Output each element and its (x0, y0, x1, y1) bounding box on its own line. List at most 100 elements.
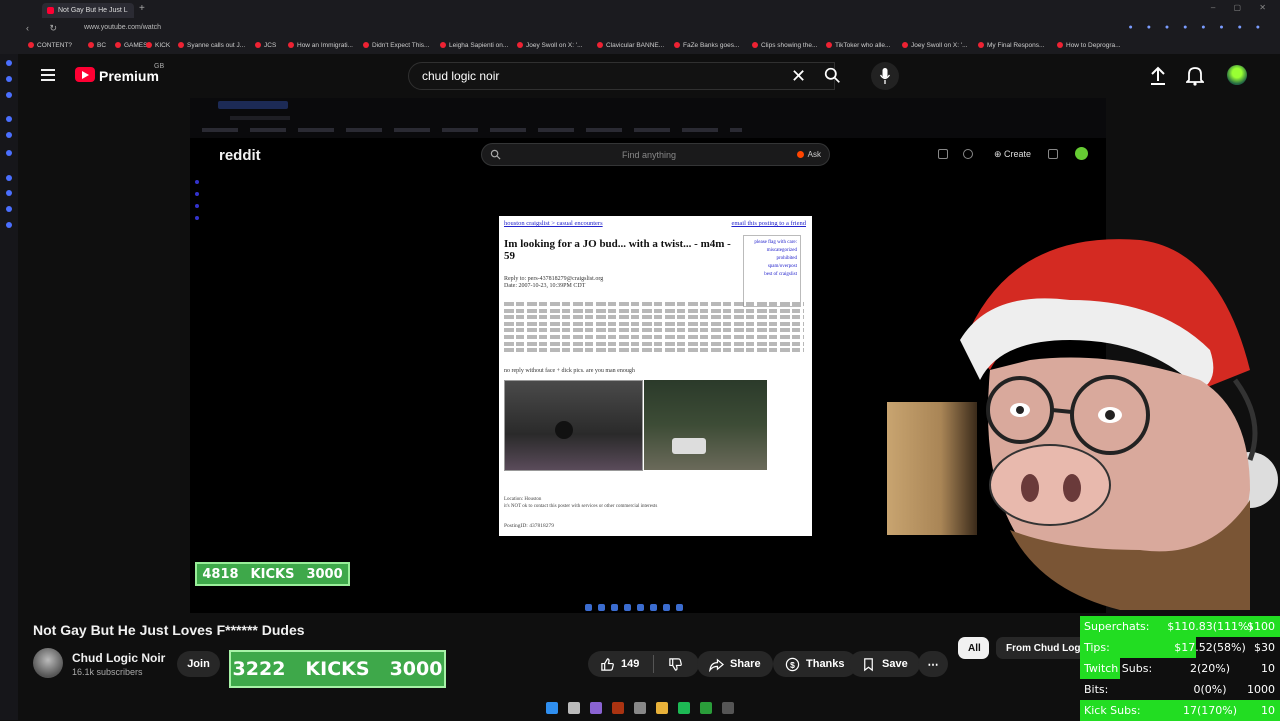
post-email-link: email this posting to a friend (731, 220, 806, 227)
browser-tab[interactable]: Not Gay But He Just L (42, 3, 134, 18)
bookmark-item[interactable]: BC (88, 42, 106, 49)
sidebar-icon[interactable] (6, 60, 12, 66)
bookmark-item[interactable]: Syanne calls out J... (178, 42, 245, 49)
bookmark-item[interactable]: CONTENT? (28, 42, 72, 49)
taskbar-app-icon[interactable] (722, 702, 734, 714)
bookmark-item[interactable]: Leigha Sapienti on... (440, 42, 508, 49)
save-button[interactable]: Save (849, 651, 920, 677)
bookmark-label: TikToker who alle... (835, 42, 891, 49)
sidebar-icon[interactable] (6, 92, 12, 98)
sidebar-icon[interactable] (6, 206, 12, 212)
bookmark-item[interactable]: Joey Swoll on X: '... (517, 42, 583, 49)
clear-search-icon[interactable]: ✕ (791, 66, 806, 87)
taskbar-search-icon[interactable] (568, 702, 580, 714)
taskbar-app-icon[interactable] (634, 702, 646, 714)
tab-title: Not Gay But He Just L (58, 7, 128, 14)
bookmarks-bar: CONTENT? BC GAMES KICK Syanne calls out J...… (0, 38, 1280, 54)
sidebar-icon[interactable] (6, 116, 12, 122)
bookmark-item[interactable]: Clavicular BANNE... (597, 42, 664, 49)
windows-taskbar (540, 699, 740, 719)
nav-buttons[interactable]: ‹ ↻ (26, 23, 66, 34)
bookmark-favicon (752, 42, 758, 48)
chip-all[interactable]: All (958, 637, 989, 659)
inner-browser-chrome (190, 98, 1106, 138)
bookmark-label: How to Deprogra... (1066, 42, 1121, 49)
bookmark-item[interactable]: TikToker who alle... (826, 42, 890, 49)
flag-label: please flag with care: (754, 240, 797, 245)
join-button[interactable]: Join (177, 651, 220, 677)
craigslist-post: houston craigslist > casual encounters e… (499, 216, 812, 536)
subscriber-count: 16.1k subscribers (72, 667, 143, 677)
notifications-bell-icon[interactable] (1186, 66, 1204, 86)
kicks-current: 3222 (232, 658, 286, 680)
chip-from-channel[interactable]: From Chud Logi (996, 637, 1094, 659)
folder-icon[interactable] (656, 702, 668, 714)
thumbs-down-icon[interactable] (668, 657, 683, 672)
bookmark-label: Syanne calls out J... (187, 42, 246, 49)
sidebar-icon[interactable] (6, 132, 12, 138)
bookmark-label: Joey Swoll on X: '... (526, 42, 583, 49)
bookmark-label: JCS (264, 42, 277, 49)
goal-target: $30 (1254, 641, 1275, 654)
bookmark-item[interactable]: How an Immigrati... (288, 42, 353, 49)
goal-row: Bits: 0(0%) 1000 (1080, 679, 1280, 700)
kicks-goal: 3000 (306, 566, 343, 582)
sidebar-icon[interactable] (6, 76, 12, 82)
windows-start-icon[interactable] (546, 702, 558, 714)
voice-search-button[interactable] (871, 62, 899, 90)
channel-name[interactable]: Chud Logic Noir (72, 651, 165, 665)
url-field[interactable]: www.youtube.com/watch (84, 24, 161, 31)
bookmark-favicon (115, 42, 121, 48)
bookmark-item[interactable]: Clips showing the... (752, 42, 817, 49)
bookmark-item[interactable]: GAMES (115, 42, 147, 49)
spotify-icon[interactable] (678, 702, 690, 714)
kicks-goal: 3000 (389, 658, 443, 680)
kicks-label: KICKS (305, 658, 370, 680)
bookmark-item[interactable]: JCS (255, 42, 276, 49)
sidebar-icon[interactable] (6, 150, 12, 156)
bookmark-item[interactable]: FaZe Banks goes... (674, 42, 739, 49)
bookmark-label: Leigha Sapienti on... (449, 42, 509, 49)
youtube-favicon (47, 7, 54, 14)
post-location: Location: Houston it's NOT ok to contact… (504, 496, 657, 510)
like-count[interactable]: 149 (621, 658, 639, 670)
sidebar-icon[interactable] (6, 222, 12, 228)
more-actions-button[interactable]: ⋯ (918, 651, 948, 677)
thumbs-up-icon[interactable] (600, 657, 615, 672)
bookmark-item[interactable]: Joey Swoll on X: '... (902, 42, 968, 49)
new-tab-button[interactable]: + (139, 3, 145, 14)
share-button[interactable]: Share (697, 651, 773, 677)
account-avatar[interactable] (1227, 65, 1247, 85)
reddit-search-icon (490, 149, 501, 160)
search-input[interactable]: chud logic noir (408, 62, 835, 90)
youtube-logo-icon[interactable] (75, 67, 95, 82)
taskbar-app-icon[interactable] (612, 702, 624, 714)
bookmark-label: KICK (155, 42, 171, 49)
inner-taskbar (585, 598, 715, 611)
share-label: Share (730, 658, 761, 670)
bookmark-item[interactable]: KICK (146, 42, 170, 49)
sidebar-icon[interactable] (6, 175, 12, 181)
bookmark-item[interactable]: My Final Respons... (978, 42, 1044, 49)
bookmark-favicon (255, 42, 261, 48)
bookmark-item[interactable]: Didn't Expect This... (363, 42, 429, 49)
search-icon[interactable] (824, 67, 841, 84)
bookmark-favicon (1057, 42, 1063, 48)
thanks-button[interactable]: $ Thanks (773, 651, 857, 677)
post-flag-box: please flag with care: miscategorized pr… (743, 235, 801, 307)
bookmark-favicon (178, 42, 184, 48)
goal-target: 10 (1261, 662, 1275, 675)
goal-target: $100 (1247, 620, 1275, 633)
menu-icon[interactable] (41, 69, 55, 81)
extension-icons[interactable]: ● ● ● ● ● ● ● ● (1129, 24, 1266, 31)
thanks-label: Thanks (806, 658, 845, 670)
sidebar-icon[interactable] (6, 190, 12, 196)
brand-label[interactable]: Premium (99, 68, 159, 84)
window-controls[interactable]: – ▢ ✕ (1211, 3, 1274, 12)
bookmark-item[interactable]: How to Deprogra... (1057, 42, 1121, 49)
upload-icon[interactable] (1149, 66, 1167, 86)
taskbar-app-icon[interactable] (590, 702, 602, 714)
bookmark-favicon (440, 42, 446, 48)
xbox-icon[interactable] (700, 702, 712, 714)
channel-avatar[interactable] (33, 648, 63, 678)
